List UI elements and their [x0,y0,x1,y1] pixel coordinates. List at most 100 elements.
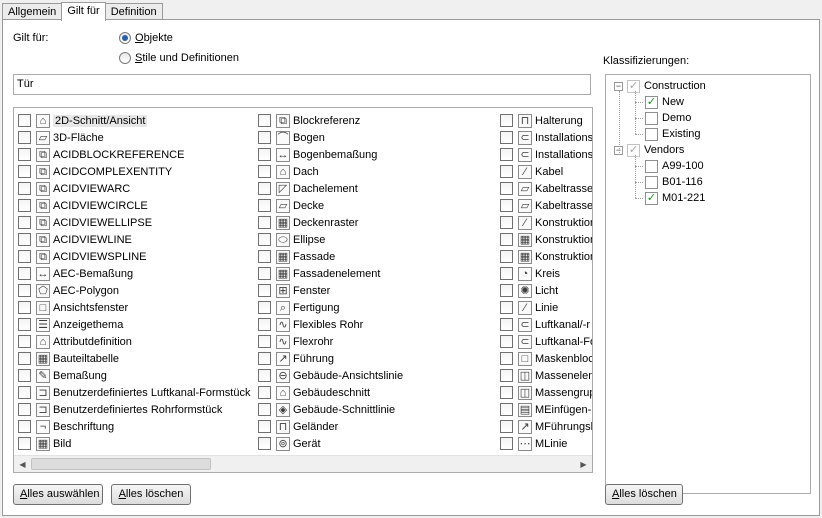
object-type-item[interactable]: ↗ Führung [258,350,403,367]
tree-item[interactable]: ✓ New [645,94,684,110]
tree-group[interactable]: − ✓ Construction [614,78,706,94]
object-type-checkbox[interactable] [500,420,513,433]
tree-group[interactable]: − ✓ Vendors [614,142,684,158]
object-type-item[interactable]: ⌒ Bogen [258,129,403,146]
object-type-item[interactable]: ⧉ ACIDVIEWARC [18,180,250,197]
clear-classifications-button[interactable]: Alles löschen [605,484,683,505]
object-type-item[interactable]: ⧉ ACIDBLOCKREFERENCE [18,146,250,163]
object-type-checkbox[interactable] [258,182,271,195]
object-type-item[interactable]: ⬭ Ellipse [258,231,403,248]
horizontal-scrollbar[interactable]: ◀ ▶ [14,455,592,472]
object-type-checkbox[interactable] [500,199,513,212]
object-type-item[interactable]: ◫ Massengrup [500,384,592,401]
object-type-item[interactable]: ⊞ Fenster [258,282,403,299]
tree-item[interactable]: A99-100 [645,158,704,174]
object-type-checkbox[interactable] [500,114,513,127]
object-type-item[interactable]: ⧉ Blockreferenz [258,112,403,129]
object-type-item[interactable]: ⬠ AEC-Polygon [18,282,250,299]
object-type-checkbox[interactable] [500,437,513,450]
object-type-checkbox[interactable] [18,114,31,127]
object-type-item[interactable]: ▦ Fassadenelement [258,265,403,282]
object-type-checkbox[interactable] [258,403,271,416]
tree-checkbox[interactable]: ✓ [627,143,640,157]
tree-checkbox[interactable] [645,111,658,125]
object-type-item[interactable]: ⊚ Gerät [258,435,403,452]
radio-styles-definitions[interactable]: Stile und Definitionen [119,52,239,64]
object-type-item[interactable]: ⧉ ACIDVIEWELLIPSE [18,214,250,231]
object-type-item[interactable]: ▦ Bauteiltabelle [18,350,250,367]
tree-checkbox[interactable]: ✓ [645,95,658,109]
object-type-checkbox[interactable] [18,369,31,382]
object-type-checkbox[interactable] [18,301,31,314]
object-type-item[interactable]: ⊖ Gebäude-Ansichtslinie [258,367,403,384]
object-type-checkbox[interactable] [258,250,271,263]
object-type-item[interactable]: □ Maskenblock [500,350,592,367]
object-type-item[interactable]: ⌂ Attributdefinition [18,333,250,350]
object-type-item[interactable]: ✎ Bemaßung [18,367,250,384]
object-type-checkbox[interactable] [258,437,271,450]
object-type-checkbox[interactable] [18,165,31,178]
object-type-item[interactable]: ☰ Anzeigethema [18,316,250,333]
object-type-item[interactable]: ⊂ Installations [500,129,592,146]
object-type-item[interactable]: ⋯ MLinie [500,435,592,452]
object-type-checkbox[interactable] [18,318,31,331]
object-type-checkbox[interactable] [258,148,271,161]
object-type-checkbox[interactable] [500,318,513,331]
object-type-checkbox[interactable] [18,182,31,195]
object-type-checkbox[interactable] [18,386,31,399]
object-type-item[interactable]: ▱ Kabeltrasse [500,197,592,214]
object-type-item[interactable]: ✺ Licht [500,282,592,299]
object-type-checkbox[interactable] [500,386,513,399]
tab-allgemein[interactable]: Allgemein [2,3,63,20]
collapse-icon[interactable]: − [614,81,623,91]
object-type-item[interactable]: ∿ Flexrohr [258,333,403,350]
object-type-item[interactable]: ⧉ ACIDVIEWCIRCLE [18,197,250,214]
object-type-checkbox[interactable] [18,420,31,433]
object-type-checkbox[interactable] [500,352,513,365]
scroll-left-icon[interactable]: ◀ [14,456,31,472]
object-type-checkbox[interactable] [500,233,513,246]
object-type-item[interactable]: ∿ Flexibles Rohr [258,316,403,333]
tree-checkbox[interactable] [645,127,658,141]
object-type-item[interactable]: ⌂ Dach [258,163,403,180]
object-type-checkbox[interactable] [258,233,271,246]
object-type-checkbox[interactable] [500,284,513,297]
object-type-item[interactable]: ◫Masseneleme [500,367,592,384]
radio-dot[interactable] [119,32,131,44]
object-type-item[interactable]: ⧉ ACIDVIEWLINE [18,231,250,248]
object-type-checkbox[interactable] [500,403,513,416]
tree-item[interactable]: Demo [645,110,691,126]
object-type-item[interactable]: ↗ MFührungsli [500,418,592,435]
object-type-checkbox[interactable] [18,437,31,450]
tree-checkbox[interactable] [645,159,658,173]
object-type-checkbox[interactable] [258,301,271,314]
object-type-item[interactable]: ⌂ Gebäudeschnitt [258,384,403,401]
object-type-checkbox[interactable] [258,216,271,229]
object-type-checkbox[interactable] [258,318,271,331]
tree-item[interactable]: Existing [645,126,701,142]
object-type-checkbox[interactable] [18,131,31,144]
object-type-checkbox[interactable] [258,114,271,127]
object-type-item[interactable]: ◸ Dachelement [258,180,403,197]
object-type-item[interactable]: ↔ Bogenbemaßung [258,146,403,163]
object-type-checkbox[interactable] [258,267,271,280]
object-type-item[interactable]: ⌕ Fertigung [258,299,403,316]
object-type-item[interactable]: ▱ Kabeltrasse [500,180,592,197]
object-type-checkbox[interactable] [500,182,513,195]
object-type-checkbox[interactable] [18,216,31,229]
object-type-checkbox[interactable] [258,165,271,178]
object-type-checkbox[interactable] [258,284,271,297]
object-type-checkbox[interactable] [18,352,31,365]
object-type-item[interactable]: ▦ Konstruktion [500,231,592,248]
object-type-item[interactable]: ▱ 3D-Fläche [18,129,250,146]
radio-objects[interactable]: Objekte [119,32,173,44]
object-type-item[interactable]: ▦ Konstruktion [500,248,592,265]
tree-item[interactable]: ✓ M01-221 [645,190,705,206]
object-type-checkbox[interactable] [18,403,31,416]
object-type-item[interactable]: ⊐ Benutzerdefiniertes Rohrformstück [18,401,250,418]
filter-input[interactable]: Tür [13,74,591,95]
object-type-checkbox[interactable] [18,267,31,280]
object-type-checkbox[interactable] [258,199,271,212]
object-type-checkbox[interactable] [18,335,31,348]
object-type-item[interactable]: ⊓ Geländer [258,418,403,435]
